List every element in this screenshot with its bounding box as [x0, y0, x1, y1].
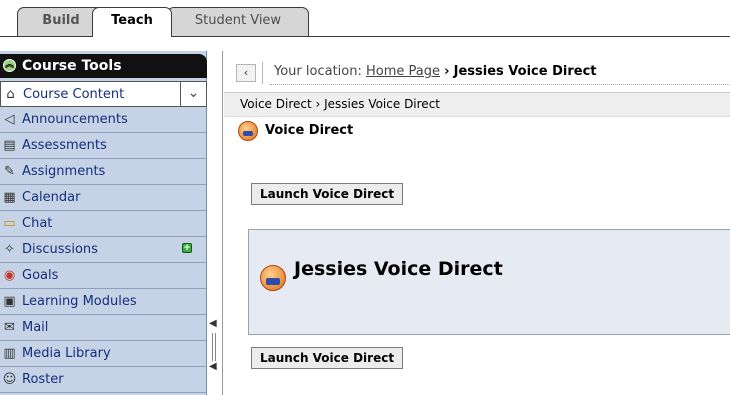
splitter-grip[interactable]	[212, 333, 216, 361]
sidebar-splitter[interactable]: ◀ ◀	[207, 51, 223, 395]
push-pin-icon: ✧	[4, 242, 15, 257]
sidebar-item-label: Learning Modules	[22, 294, 137, 309]
top-tab-bar: Build Student View Teach	[0, 0, 730, 37]
sidebar-item-calendar[interactable]: ▦ Calendar	[0, 185, 207, 211]
tab-student-view-label: Student View	[194, 13, 282, 28]
voice-direct-icon	[260, 265, 286, 291]
sidebar-item-goals[interactable]: ◉ Goals	[0, 263, 207, 289]
sidebar-item-label: Goals	[22, 268, 59, 283]
sidebar-item-learning-modules[interactable]: ▣ Learning Modules	[0, 289, 207, 315]
house-icon: ⌂	[6, 87, 15, 102]
location-separator: ›	[444, 64, 450, 79]
tool-title: Voice Direct	[265, 123, 354, 138]
course-tools-title: Course Tools	[22, 58, 122, 74]
sidebar-item-assessments[interactable]: ▤ Assessments	[0, 133, 207, 159]
people-icon: ☺	[2, 372, 17, 387]
sidebar-item-label: Course Content	[23, 87, 125, 102]
sidebar-item-label: Media Library	[22, 346, 111, 361]
sidebar-item-label: Discussions	[22, 242, 98, 257]
sidebar-item-label: Assessments	[22, 138, 107, 153]
collapse-up-icon[interactable]: ︽	[3, 59, 16, 72]
sidebar-item-label: Announcements	[22, 112, 128, 127]
sidebar-item-label: Roster	[22, 372, 64, 387]
breadcrumb: Voice Direct › Jessies Voice Direct	[224, 92, 730, 117]
location-bar: ‹ Your location: Home Page › Jessies Voi…	[224, 54, 730, 84]
location-underline	[270, 84, 730, 85]
back-button[interactable]: ‹	[236, 64, 256, 82]
location-divider	[262, 62, 263, 84]
launch-voice-direct-button[interactable]: Launch Voice Direct	[251, 347, 404, 369]
megaphone-icon: ◁	[4, 112, 15, 127]
sidebar-item-label: Assignments	[22, 164, 106, 179]
clipboard-icon: ▤	[3, 138, 16, 153]
course-tools-sidebar: ︽ Course Tools ⌂ Course Content ⌄ ◁ Anno…	[0, 51, 207, 395]
target-icon: ◉	[3, 268, 16, 283]
sidebar-item-label: Mail	[22, 320, 49, 335]
sidebar-item-mail[interactable]: ✉ Mail	[0, 315, 207, 341]
sidebar-item-announcements[interactable]: ◁ Announcements	[0, 107, 207, 133]
panel-title: Jessies Voice Direct	[294, 258, 503, 280]
sidebar-item-media-library[interactable]: ▥ Media Library	[0, 341, 207, 367]
sidebar-item-roster[interactable]: ☺ Roster	[0, 367, 207, 393]
chevron-down-icon[interactable]: ⌄	[180, 81, 207, 107]
sidebar-item-label: Calendar	[22, 190, 81, 205]
home-page-link[interactable]: Home Page	[366, 64, 440, 79]
media-icon: ▥	[3, 346, 16, 361]
location-path: Your location: Home Page › Jessies Voice…	[274, 64, 597, 79]
sidebar-item-chat[interactable]: ▭ Chat	[0, 211, 207, 237]
main-content: ‹ Your location: Home Page › Jessies Voi…	[224, 51, 730, 395]
launch-voice-direct-button[interactable]: Launch Voice Direct	[251, 183, 404, 205]
collapse-left-icon[interactable]: ◀	[209, 319, 217, 329]
sidebar-item-assignments[interactable]: ✎ Assignments	[0, 159, 207, 185]
chat-bubble-icon: ▭	[3, 216, 16, 231]
expand-left-icon[interactable]: ◀	[209, 362, 217, 372]
location-current: Jessies Voice Direct	[453, 64, 597, 79]
course-tools-header[interactable]: ︽ Course Tools	[0, 54, 207, 78]
sidebar-item-course-content[interactable]: ⌂ Course Content	[0, 81, 180, 107]
pencil-icon: ✎	[4, 164, 15, 179]
location-prefix: Your location:	[274, 64, 362, 79]
voice-direct-icon	[238, 121, 258, 141]
voice-direct-panel: Jessies Voice Direct	[248, 229, 730, 335]
sidebar-item-label: Chat	[22, 216, 53, 231]
tab-student-view[interactable]: Student View	[167, 7, 309, 36]
mail-icon: ✉	[4, 320, 15, 335]
new-items-icon: +	[182, 243, 192, 253]
calendar-icon: ▦	[3, 190, 16, 205]
document-icon: ▣	[3, 294, 16, 309]
sidebar-item-discussions[interactable]: ✧ Discussions +	[0, 237, 207, 263]
tab-teach[interactable]: Teach	[92, 7, 172, 37]
